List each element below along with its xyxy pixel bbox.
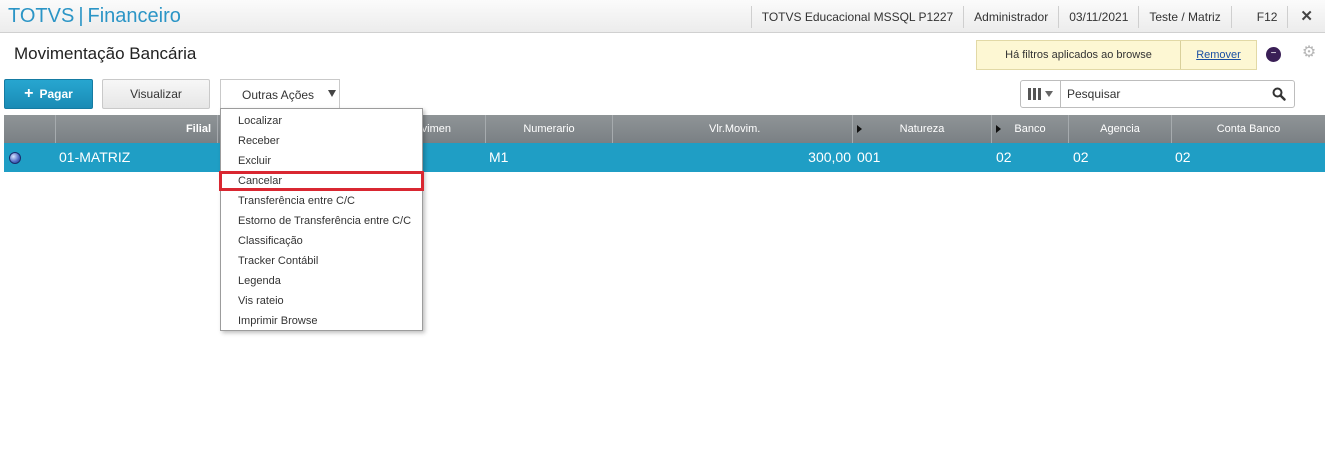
outras-acoes-label: Outras Ações [242, 87, 315, 102]
data-grid: Filial vimen Numerario Vlr.Movim. Nature… [4, 115, 1325, 172]
menu-item-receber[interactable]: Receber [221, 131, 422, 151]
column-header-numerario[interactable]: Numerario [486, 115, 613, 143]
top-right-info: TOTVS Educacional MSSQL P1227 Administra… [750, 0, 1325, 33]
pagar-button-label: Pagar [39, 87, 73, 101]
sort-arrow-icon [857, 125, 862, 133]
columns-icon [1028, 88, 1041, 100]
column-header-status[interactable] [4, 115, 56, 143]
visualizar-button[interactable]: Visualizar [102, 79, 210, 109]
title-separator: | [78, 5, 84, 27]
module-name: Financeiro [87, 5, 181, 27]
chevron-down-icon [328, 90, 336, 97]
menu-item-classificacao[interactable]: Classificação [221, 231, 422, 251]
plus-icon: + [24, 85, 34, 102]
remove-filter-link[interactable]: Remover [1181, 49, 1256, 61]
grid-header: Filial vimen Numerario Vlr.Movim. Nature… [4, 115, 1325, 143]
gear-icon[interactable]: ⚙ [1301, 44, 1317, 62]
filial-cell: 01-MATRIZ [59, 149, 131, 165]
environment-label: TOTVS Educacional MSSQL P1227 [750, 5, 963, 28]
status-cell [4, 143, 56, 172]
page-title: Movimentação Bancária [14, 44, 197, 63]
minus-circle-icon[interactable]: − [1266, 47, 1281, 62]
pagar-button[interactable]: + Pagar [4, 79, 93, 109]
outras-acoes-menu: Localizar Receber Excluir Cancelar Trans… [219, 108, 424, 331]
close-icon[interactable]: ✕ [1287, 5, 1325, 28]
outras-acoes-button[interactable]: Outras Ações [220, 79, 340, 109]
sort-arrow-icon [996, 125, 1001, 133]
conta-cell: 02 [1175, 149, 1191, 165]
menu-item-imprimir-browse[interactable]: Imprimir Browse [221, 311, 422, 331]
top-bar: TOTVS | Financeiro TOTVS Educacional MSSQL… [0, 0, 1325, 33]
search-icon[interactable] [1264, 81, 1294, 107]
valor-cell: 300,00 [808, 149, 851, 165]
app-title: TOTVS | Financeiro [8, 5, 181, 28]
column-selector[interactable] [1021, 81, 1061, 107]
date-label[interactable]: 03/11/2021 [1058, 5, 1138, 28]
natureza-header-label: Natureza [899, 123, 945, 135]
menu-item-cancelar[interactable]: Cancelar [219, 171, 424, 191]
column-header-filial[interactable]: Filial [56, 115, 218, 143]
search-bar [1020, 80, 1295, 108]
column-header-natureza[interactable]: Natureza [853, 115, 992, 143]
chevron-down-icon [1045, 91, 1053, 97]
search-input[interactable] [1061, 81, 1264, 107]
menu-item-localizar[interactable]: Localizar [221, 111, 422, 131]
banco-cell: 02 [996, 149, 1012, 165]
menu-item-legenda[interactable]: Legenda [221, 271, 422, 291]
menu-item-vis-rateio[interactable]: Vis rateio [221, 291, 422, 311]
banco-header-label: Banco [1014, 123, 1046, 135]
agencia-cell: 02 [1073, 149, 1089, 165]
brand-name: TOTVS [8, 5, 75, 27]
filter-notice: Há filtros aplicados ao browse Remover [976, 40, 1257, 70]
numerario-cell: M1 [489, 149, 509, 165]
branch-label[interactable]: Teste / Matriz [1138, 5, 1230, 28]
filter-notice-text: Há filtros aplicados ao browse [977, 41, 1181, 69]
natureza-cell: 001 [857, 149, 881, 165]
column-header-agencia[interactable]: Agencia [1069, 115, 1172, 143]
f12-button[interactable]: F12 [1230, 5, 1288, 28]
user-label[interactable]: Administrador [963, 5, 1058, 28]
menu-item-tracker-contabil[interactable]: Tracker Contábil [221, 251, 422, 271]
menu-item-transferencia[interactable]: Transferência entre C/C [221, 191, 422, 211]
column-header-valor[interactable]: Vlr.Movim. [613, 115, 853, 143]
column-header-banco[interactable]: Banco [992, 115, 1069, 143]
table-row[interactable]: 01-MATRIZ M1 300,00 001 02 02 02 [4, 143, 1325, 172]
menu-item-excluir[interactable]: Excluir [221, 151, 422, 171]
status-legend-icon [9, 152, 21, 165]
column-header-conta[interactable]: Conta Banco [1172, 115, 1325, 143]
menu-item-estorno-transferencia[interactable]: Estorno de Transferência entre C/C [221, 211, 422, 231]
